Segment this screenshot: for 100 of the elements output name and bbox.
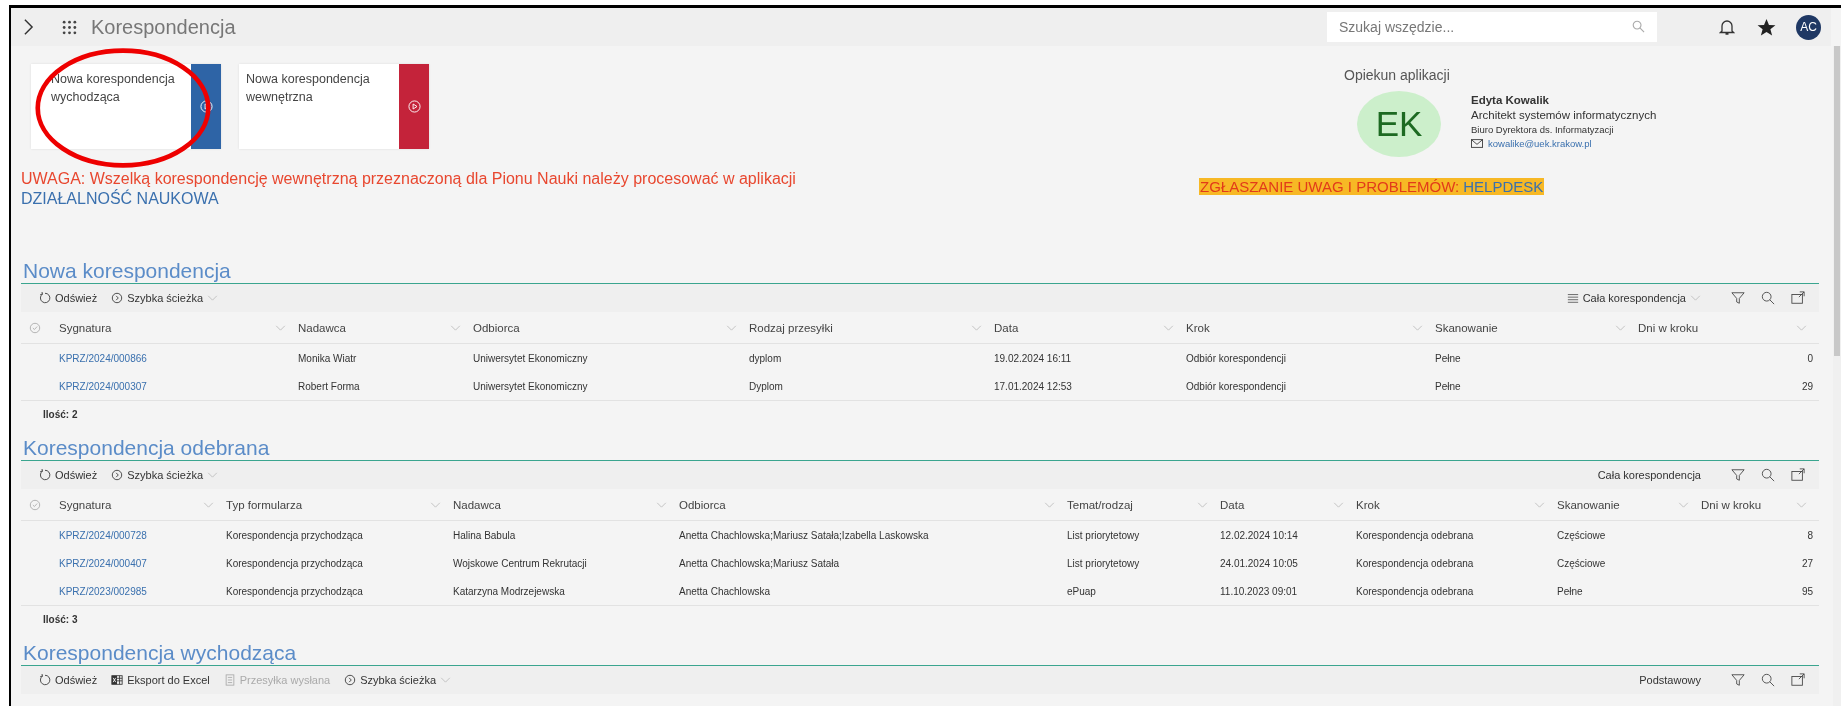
expand-icon[interactable]: [23, 18, 34, 36]
table-cell-text: Robert Forma: [298, 380, 361, 392]
caret-icon: [1690, 295, 1701, 301]
column-header[interactable]: Nadawca: [453, 498, 679, 511]
column-header[interactable]: Sygnatura: [53, 321, 298, 334]
column-header[interactable]: Krok: [1356, 498, 1557, 511]
toolbar-button[interactable]: Eksport do Excel: [111, 674, 210, 686]
caret-icon: [656, 501, 667, 508]
column-header[interactable]: Data: [1220, 498, 1356, 511]
table-cell-text: 0: [1806, 352, 1814, 364]
contact-heading: Opiekun aplikacji: [1344, 67, 1451, 83]
table-cell-text: Korespondencja odebrana: [1356, 529, 1475, 541]
table-cell-text: 12.02.2024 10:14: [1220, 529, 1299, 541]
table-cell-text: 29: [1800, 380, 1814, 392]
column-header[interactable]: Temat/rodzaj: [1067, 498, 1220, 511]
caret-icon: [450, 324, 461, 331]
column-header[interactable]: Dni w kroku: [1701, 498, 1819, 511]
email-link[interactable]: kowalike@uek.krakow.pl: [1488, 138, 1592, 149]
column-header[interactable]: Odbiorca: [473, 321, 749, 334]
view-selector[interactable]: Podstawowy: [1639, 674, 1701, 686]
forward-icon: [111, 469, 124, 481]
table-cell-text: Uniwersytet Ekonomiczny: [473, 380, 589, 392]
signature-link[interactable]: KPRZ/2024/000728: [53, 529, 226, 541]
toolbar-button[interactable]: Odśwież: [39, 292, 98, 304]
search-field[interactable]: Szukaj wszędzie...: [1327, 12, 1657, 42]
table-cell-text: Pełne: [1557, 585, 1584, 597]
view-selector[interactable]: Cała korespondencja: [1597, 469, 1701, 481]
app-title: Korespondencja: [91, 15, 236, 39]
table-cell-text: Częściowe: [1557, 529, 1607, 541]
column-header[interactable]: Krok: [1186, 321, 1435, 334]
action-tile[interactable]: Nowa korespondencja wewnętrzna: [239, 64, 429, 149]
column-header[interactable]: Odbiorca: [679, 498, 1067, 511]
table-cell-text: Monika Wiatr: [298, 352, 358, 364]
column-header[interactable]: Skanowanie: [1435, 321, 1638, 334]
toolbar-button[interactable]: Szybka ścieżka: [111, 292, 218, 304]
toolbar-button[interactable]: Szybka ścieżka: [344, 674, 452, 686]
refresh-icon: [39, 674, 51, 686]
app-launcher-icon[interactable]: [62, 19, 77, 35]
app-link[interactable]: DZIAŁALNOŚĆ NAUKOWA: [21, 189, 1199, 209]
bell-icon[interactable]: [1719, 18, 1735, 36]
contact-avatar: EK: [1357, 91, 1441, 157]
caret-icon: [1615, 324, 1626, 331]
list-icon: [1566, 292, 1579, 304]
search-icon[interactable]: [1761, 291, 1775, 305]
caret-icon: [1534, 501, 1545, 508]
star-icon[interactable]: [1757, 17, 1776, 37]
table-cell-text: Uniwersytet Ekonomiczny: [473, 352, 589, 364]
user-avatar[interactable]: AC: [1796, 14, 1821, 40]
table-cell-text: Odbiór korespondencji: [1186, 352, 1288, 364]
column-header[interactable]: Skanowanie: [1557, 498, 1701, 511]
table-cell-text: dyplom: [749, 352, 783, 364]
contact-name: Edyta Kowalik: [1471, 94, 1550, 106]
table-cell-text: Korespondencja przychodząca: [226, 557, 364, 569]
caret-icon: [726, 324, 737, 331]
open-window-icon[interactable]: [1791, 291, 1805, 305]
toolbar-button[interactable]: Szybka ścieżka: [111, 469, 218, 481]
warning-text: UWAGA: Wszelką korespondencję wewnętrzną przeznaczoną dla Pionu Nauki należy procesować w aplikacji: [21, 169, 797, 189]
caret-icon: [971, 324, 982, 331]
column-header[interactable]: Typ formularza: [226, 498, 453, 511]
caret-icon: [203, 501, 214, 508]
table-cell-text: Dyplom: [749, 380, 784, 392]
column-header[interactable]: Sygnatura: [53, 498, 226, 511]
contact-role: Architekt systemów informatycznych: [1471, 109, 1657, 121]
table-cell-text: Częściowe: [1557, 557, 1607, 569]
open-window-icon[interactable]: [1791, 468, 1805, 482]
toolbar-button[interactable]: Odśwież: [39, 469, 98, 481]
table-cell-text: Anetta Chachlowska;Mariusz Satała: [679, 557, 841, 569]
table-cell-text: Pełne: [1435, 352, 1462, 364]
row-count: Ilość: 3: [43, 614, 78, 625]
filter-icon[interactable]: [1731, 468, 1745, 482]
table-cell-text: List priorytetowy: [1067, 557, 1141, 569]
caret-icon: [1044, 501, 1055, 508]
toolbar-button[interactable]: Odśwież: [39, 674, 98, 686]
open-window-icon[interactable]: [1791, 673, 1805, 687]
column-header[interactable]: Nadawca: [298, 321, 473, 334]
caret-icon: [1163, 324, 1174, 331]
scrollbar-thumb[interactable]: [1834, 46, 1840, 356]
caret-icon: [1197, 501, 1208, 508]
caret-icon: [1412, 324, 1423, 331]
play-icon: [199, 100, 213, 113]
table-cell-text: Wojskowe Centrum Rekrutacji: [453, 557, 588, 569]
signature-link[interactable]: KPRZ/2023/002985: [53, 585, 226, 597]
refresh-icon: [39, 292, 51, 304]
column-header[interactable]: Data: [994, 321, 1186, 334]
play-icon: [407, 100, 421, 113]
signature-link[interactable]: KPRZ/2024/000307: [53, 380, 298, 392]
caret-icon: [1678, 501, 1689, 508]
search-icon[interactable]: [1761, 673, 1775, 687]
table-cell-text: Korespondencja przychodząca: [226, 529, 364, 541]
view-selector[interactable]: Cała korespondencja: [1566, 292, 1701, 304]
filter-icon[interactable]: [1731, 291, 1745, 305]
signature-link[interactable]: KPRZ/2024/000866: [53, 352, 298, 364]
forward-icon: [344, 674, 357, 686]
filter-icon[interactable]: [1731, 673, 1745, 687]
search-icon[interactable]: [1761, 468, 1775, 482]
signature-link[interactable]: KPRZ/2024/000407: [53, 557, 226, 569]
column-header[interactable]: Dni w kroku: [1638, 321, 1819, 334]
document-icon: [223, 674, 236, 686]
column-header[interactable]: Rodzaj przesyłki: [749, 321, 994, 334]
caret-icon: [430, 501, 441, 508]
